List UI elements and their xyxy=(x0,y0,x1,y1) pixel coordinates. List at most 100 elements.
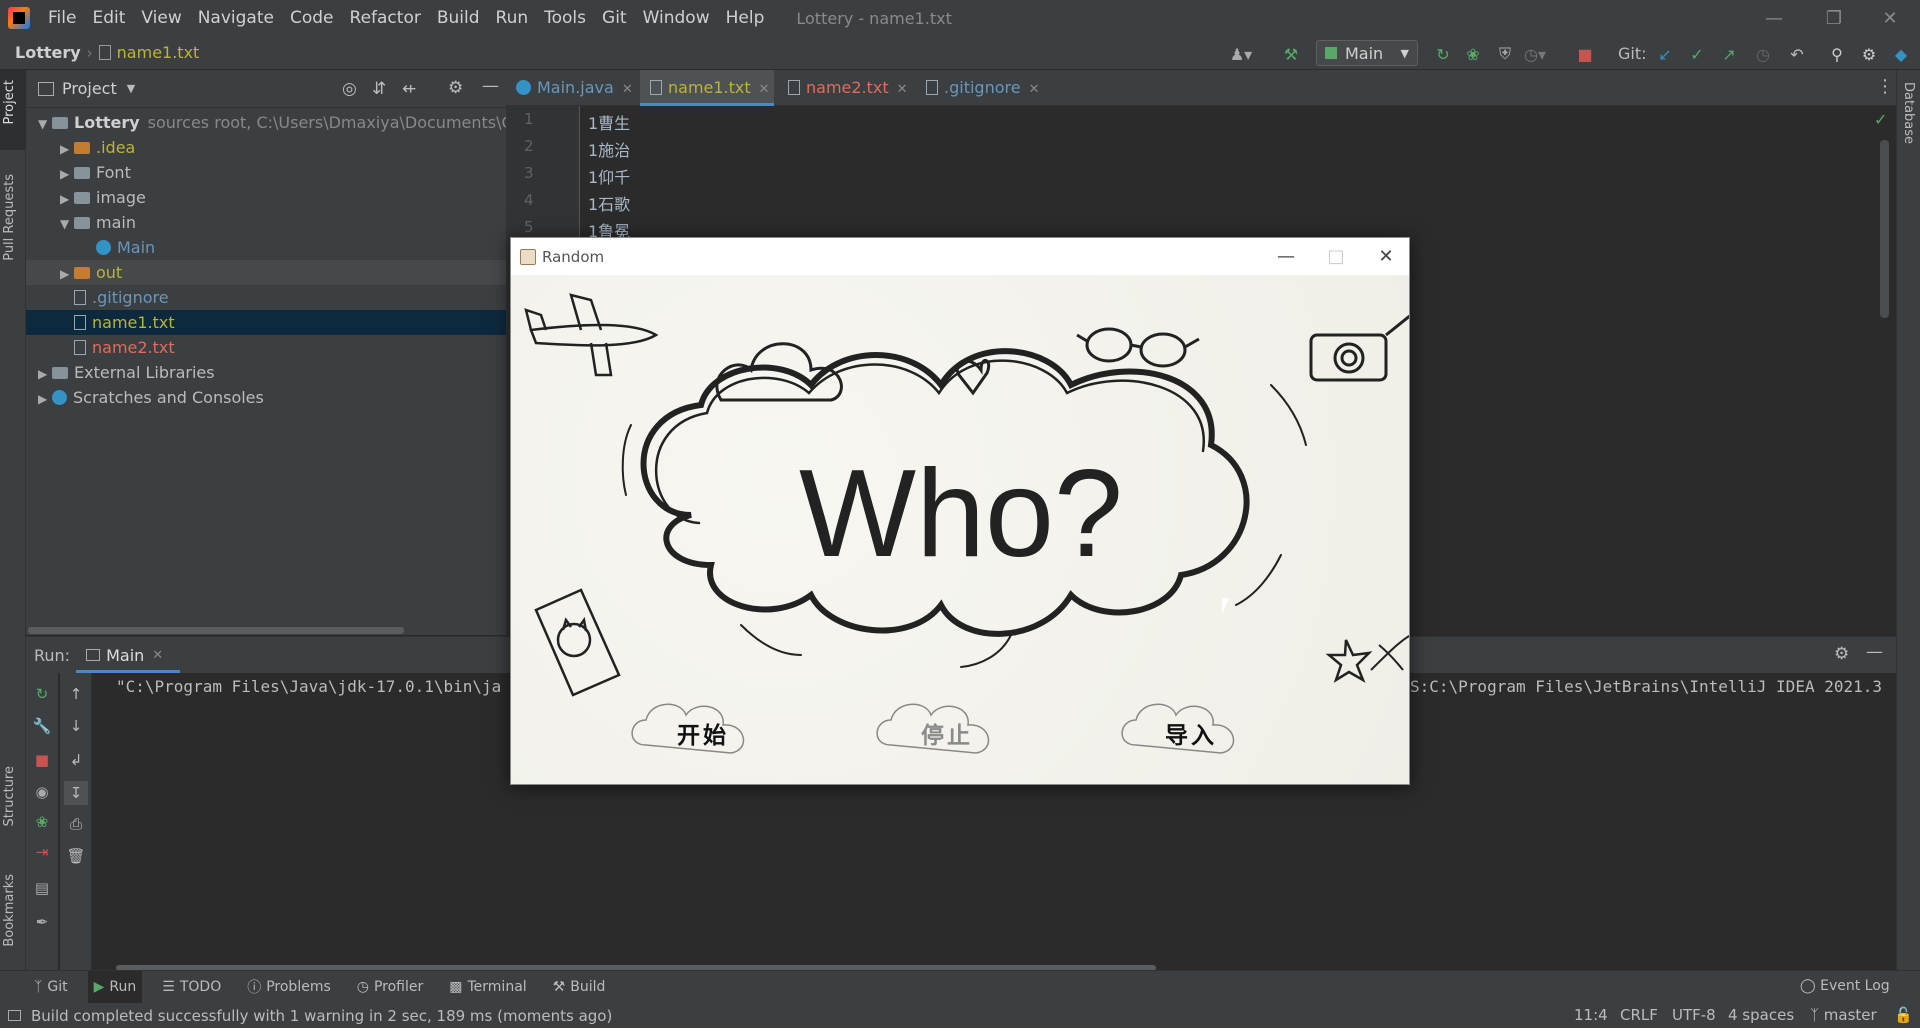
minimize-icon[interactable]: — xyxy=(1744,0,1804,36)
run-tab-main[interactable]: Main xyxy=(106,646,144,665)
breadcrumb-project[interactable]: Lottery xyxy=(0,43,81,62)
close-icon[interactable]: ✕ xyxy=(897,82,908,97)
tree-item-external-libraries[interactable]: ▶ External Libraries xyxy=(26,360,506,385)
run-configuration-select[interactable]: Main ▼ xyxy=(1316,40,1418,66)
hide-panel-icon[interactable]: — xyxy=(1866,642,1883,662)
chevron-right-icon[interactable]: ▶ xyxy=(60,137,74,162)
line-separator[interactable]: CRLF xyxy=(1620,1003,1658,1028)
tree-item-main-class[interactable]: Main xyxy=(26,235,506,260)
exit-icon[interactable]: ⇥ xyxy=(33,843,51,861)
tree-item-name2-txt[interactable]: name2.txt xyxy=(26,335,506,360)
scroll-to-end-icon[interactable]: ↧ xyxy=(64,781,88,805)
tab-main-java[interactable]: Main.java ✕ xyxy=(506,70,636,106)
menu-run[interactable]: Run xyxy=(488,0,537,36)
status-panel-icon[interactable] xyxy=(8,1010,21,1021)
menu-window[interactable]: Window xyxy=(635,0,718,36)
menu-code[interactable]: Code xyxy=(282,0,342,36)
file-encoding[interactable]: UTF-8 xyxy=(1672,1003,1716,1028)
minimize-icon[interactable]: — xyxy=(1261,238,1311,275)
stop-icon[interactable]: ■ xyxy=(33,751,51,769)
inspection-ok-icon[interactable]: ✓ xyxy=(1874,110,1887,129)
git-update-icon[interactable]: ↙ xyxy=(1654,43,1676,65)
more-tabs-icon[interactable]: ⋮ xyxy=(1876,76,1894,97)
chevron-down-icon[interactable]: ▼ xyxy=(38,112,52,137)
tab-name2-txt[interactable]: name2.txt ✕ xyxy=(778,70,912,106)
restore-icon[interactable]: ❐ xyxy=(1804,0,1864,36)
vertical-scrollbar[interactable] xyxy=(1880,140,1889,318)
close-icon[interactable]: ✕ xyxy=(152,648,163,663)
bottom-tab-todo[interactable]: ☰ TODO xyxy=(156,971,227,1004)
bottom-tab-run[interactable]: ▶ Run xyxy=(87,970,143,1004)
chevron-right-icon[interactable]: ▶ xyxy=(38,362,52,387)
start-button[interactable]: 开始 xyxy=(637,705,769,761)
close-icon[interactable]: ✕ xyxy=(1361,238,1409,275)
menu-file[interactable]: File xyxy=(40,0,84,36)
gear-icon[interactable]: ⚙ xyxy=(1858,43,1880,65)
soft-wrap-icon[interactable]: ↲ xyxy=(67,751,85,769)
menu-edit[interactable]: Edit xyxy=(84,0,133,36)
tree-item-image[interactable]: ▶ image xyxy=(26,185,506,210)
bottom-tab-problems[interactable]: ⓘ Problems xyxy=(241,971,337,1004)
breadcrumb-file[interactable]: name1.txt xyxy=(117,43,200,62)
code-with-me-icon[interactable]: ◆ xyxy=(1890,43,1912,65)
git-branch-status[interactable]: ᛉ master xyxy=(1810,1003,1877,1028)
rerun-icon[interactable]: ↻ xyxy=(33,685,51,703)
close-icon[interactable]: ✕ xyxy=(759,82,770,97)
indent-setting[interactable]: 4 spaces xyxy=(1728,1003,1794,1028)
close-icon[interactable]: ✕ xyxy=(622,82,633,97)
chevron-right-icon[interactable]: ▶ xyxy=(38,387,52,412)
chevron-right-icon[interactable]: ▶ xyxy=(60,262,74,287)
menu-help[interactable]: Help xyxy=(718,0,773,36)
tree-item-name1-txt[interactable]: name1.txt xyxy=(26,310,506,335)
gear-icon[interactable]: ⚙ xyxy=(448,78,463,98)
menu-navigate[interactable]: Navigate xyxy=(190,0,282,36)
tree-item-idea[interactable]: ▶ .idea xyxy=(26,135,506,160)
tree-item-lottery[interactable]: ▼ Lottery sources root, C:\Users\Dmaxiya\D… xyxy=(26,110,547,137)
camera-icon[interactable]: ◉ xyxy=(33,783,51,801)
menu-build[interactable]: Build xyxy=(429,0,488,36)
chevron-down-icon[interactable]: ▼ xyxy=(60,212,74,237)
stop-button[interactable]: 停止 xyxy=(881,705,1013,761)
bottom-tab-build[interactable]: ⚒ Build xyxy=(547,971,612,1004)
rerun-icon[interactable]: ↻ xyxy=(1432,43,1454,65)
coverage-icon[interactable]: ⛨ xyxy=(1494,43,1516,65)
bottom-tab-terminal[interactable]: ▩ Terminal xyxy=(443,971,532,1004)
event-log-button[interactable]: ◯ Event Log xyxy=(1800,978,1890,994)
gear-icon[interactable]: ⚙ xyxy=(1834,644,1849,664)
lock-icon[interactable]: 🔓 xyxy=(1894,1003,1913,1028)
chevron-down-icon[interactable]: ▼ xyxy=(127,82,135,95)
chevron-right-icon[interactable]: ▶ xyxy=(60,162,74,187)
tool-tab-bookmarks[interactable]: Bookmarks xyxy=(2,874,17,947)
tool-tab-structure[interactable]: Structure xyxy=(2,766,17,826)
bottom-tab-git[interactable]: ᛉ Git xyxy=(28,971,74,1004)
stop-icon[interactable]: ■ xyxy=(1574,43,1596,65)
caret-position[interactable]: 11:4 xyxy=(1574,1003,1608,1028)
menu-tools[interactable]: Tools xyxy=(536,0,594,36)
menu-git[interactable]: Git xyxy=(594,0,635,36)
search-icon[interactable]: ⚲ xyxy=(1826,43,1848,65)
expand-all-icon[interactable]: ⇵ xyxy=(372,79,386,99)
layout-icon[interactable]: ▤ xyxy=(33,879,51,897)
build-hammer-icon[interactable]: ⚒ xyxy=(1280,43,1302,65)
bottom-tab-profiler[interactable]: ◷ Profiler xyxy=(351,971,430,1004)
locate-icon[interactable]: ◎ xyxy=(342,79,357,99)
tool-tab-pull-requests[interactable]: Pull Requests xyxy=(2,174,17,261)
debug-bug-icon[interactable]: ❀ xyxy=(33,813,51,831)
import-button[interactable]: 导入 xyxy=(1125,705,1257,761)
horizontal-scrollbar[interactable] xyxy=(28,627,404,634)
tab-name1-txt[interactable]: name1.txt ✕ xyxy=(640,70,774,106)
menu-view[interactable]: View xyxy=(133,0,189,36)
close-icon[interactable]: ✕ xyxy=(1860,0,1920,36)
hide-panel-icon[interactable]: — xyxy=(482,76,499,96)
tree-item-font[interactable]: ▶ Font xyxy=(26,160,506,185)
wrench-icon[interactable]: 🔧 xyxy=(33,717,52,735)
collapse-all-icon[interactable]: ⇷ xyxy=(402,79,416,99)
trash-icon[interactable]: 🗑 xyxy=(66,847,85,865)
print-icon[interactable]: ⎙ xyxy=(67,815,85,833)
project-panel-title[interactable]: Project xyxy=(62,79,117,98)
git-rollback-icon[interactable]: ↶ xyxy=(1786,43,1808,65)
profile-icon[interactable]: ◷▾ xyxy=(1524,43,1546,65)
status-message[interactable]: Build completed successfully with 1 warn… xyxy=(31,1007,612,1025)
user-icon[interactable]: ♟▾ xyxy=(1230,43,1252,65)
tree-item-scratches[interactable]: ▶ Scratches and Consoles xyxy=(26,385,506,410)
